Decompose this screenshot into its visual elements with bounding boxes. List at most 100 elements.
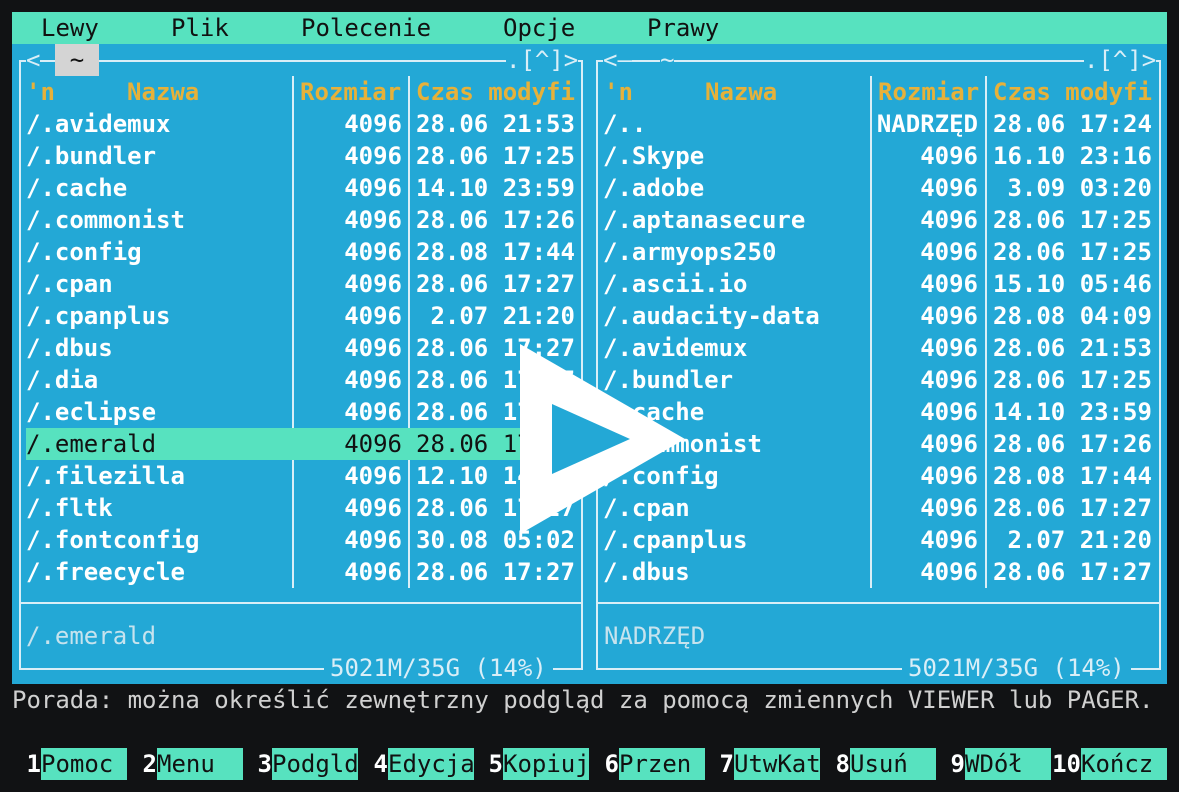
right-mini-separator <box>596 602 1161 604</box>
file-mtime: 28.06 17:27 <box>416 558 575 586</box>
file-row[interactable]: /.bundler 4096 28.06 17:25 <box>26 140 583 172</box>
left-mini-separator <box>19 602 583 604</box>
fkey-number: 2 <box>128 748 157 780</box>
file-mtime: 28.08 04:09 <box>993 302 1152 330</box>
right-header-time[interactable]: Czas modyfi <box>993 76 1152 108</box>
menu-prawy[interactable]: Prawy <box>647 12 719 44</box>
file-size: 4096 <box>344 462 402 490</box>
menu-plik[interactable]: Plik <box>171 12 229 44</box>
file-mtime: 28.06 17:24 <box>993 110 1152 138</box>
right-panel-corner-right[interactable]: .[^]> <box>1084 44 1157 76</box>
fkey-7[interactable]: 7UtwKat <box>705 748 821 780</box>
fkey-3[interactable]: 3Podgld <box>243 748 359 780</box>
menu-bar: Lewy Plik Polecenie Opcje Prawy <box>12 12 1167 44</box>
file-row[interactable]: /.emerald 4096 28.06 17:27 <box>26 428 583 460</box>
file-row[interactable]: /.dbus 4096 28.06 17:27 <box>26 332 583 364</box>
file-size: 4096 <box>344 302 402 330</box>
left-header-name[interactable]: Nazwa <box>127 76 199 108</box>
file-row[interactable]: /.commonist 4096 28.06 17:26 <box>26 204 583 236</box>
file-row[interactable]: /.filezilla 4096 12.10 14:39 <box>26 460 583 492</box>
fkey-label: Podgld <box>272 748 359 780</box>
function-key-bar: 1Pomoc 2Menu 3Podgld 4Edycja 5Kopiuj 6Przen 7U… <box>12 748 1172 780</box>
file-mtime: 2.07 21:20 <box>416 302 575 330</box>
fkey-label: Przen <box>619 748 705 780</box>
right-header-size[interactable]: Rozmiar <box>878 76 979 108</box>
fkey-1[interactable]: 1Pomoc <box>12 748 127 780</box>
right-mini-status: NADRZĘD <box>604 622 706 650</box>
file-mtime: 2.07 21:20 <box>993 526 1152 554</box>
left-header-time[interactable]: Czas modyfi <box>416 76 575 108</box>
fkey-6[interactable]: 6Przen <box>590 748 705 780</box>
file-row[interactable]: /.Skype 4096 16.10 23:16 <box>603 140 1160 172</box>
menu-polecenie[interactable]: Polecenie <box>301 12 431 44</box>
right-sort-indicator[interactable]: 'n <box>604 76 633 108</box>
file-row[interactable]: /.fontconfig 4096 30.08 05:02 <box>26 524 583 556</box>
file-mtime: 28.08 17:44 <box>993 462 1152 490</box>
file-row[interactable]: /.avidemux 4096 28.06 21:53 <box>26 108 583 140</box>
fkey-number: 5 <box>474 748 503 780</box>
file-size: 4096 <box>344 142 402 170</box>
file-row[interactable]: /.freecycle 4096 28.06 17:27 <box>26 556 583 588</box>
file-size: 4096 <box>344 206 402 234</box>
left-sort-indicator[interactable]: 'n <box>26 76 55 108</box>
file-mtime: 28.06 17:27 <box>993 494 1152 522</box>
menu-opcje[interactable]: Opcje <box>503 12 575 44</box>
file-mtime: 28.06 21:53 <box>416 110 575 138</box>
left-panel-corner-right[interactable]: .[^]> <box>506 44 579 76</box>
fkey-label: Edycja <box>388 748 475 780</box>
file-size: 4096 <box>344 398 402 426</box>
file-row[interactable]: /.fltk 4096 28.06 17:27 <box>26 492 583 524</box>
file-mtime: 28.06 21:53 <box>993 334 1152 362</box>
file-size: 4096 <box>344 430 402 458</box>
file-row[interactable]: /.. NADRZĘD 28.06 17:24 <box>603 108 1160 140</box>
right-panel-path[interactable]: ~ <box>660 44 675 76</box>
play-icon[interactable] <box>520 344 690 540</box>
file-size: 4096 <box>344 366 402 394</box>
file-size: 4096 <box>344 110 402 138</box>
file-row[interactable]: /.cpan 4096 28.06 17:27 <box>26 268 583 300</box>
file-row[interactable]: /.audacity-data 4096 28.08 04:09 <box>603 300 1160 332</box>
fkey-number: 10 <box>1052 748 1081 780</box>
fkey-4[interactable]: 4Edycja <box>359 748 475 780</box>
fkey-5[interactable]: 5Kopiuj <box>474 748 590 780</box>
fkey-9[interactable]: 9WDół <box>936 748 1051 780</box>
file-row[interactable]: /.cache 4096 14.10 23:59 <box>26 172 583 204</box>
file-size: 4096 <box>344 174 402 202</box>
menu-lewy[interactable]: Lewy <box>41 12 99 44</box>
file-size: 4096 <box>920 174 978 202</box>
file-row[interactable]: /.config 4096 28.08 17:44 <box>26 236 583 268</box>
file-size: 4096 <box>344 494 402 522</box>
file-mtime: 15.10 05:46 <box>993 270 1152 298</box>
fkey-label: Pomoc <box>41 748 127 780</box>
fkey-2[interactable]: 2Menu <box>128 748 243 780</box>
file-size: 4096 <box>344 270 402 298</box>
right-panel-corner-left[interactable]: <— <box>603 44 632 76</box>
left-panel-path-tab[interactable]: ~ <box>55 44 99 76</box>
file-size: 4096 <box>920 270 978 298</box>
file-size: 4096 <box>344 526 402 554</box>
fkey-8[interactable]: 8Usuń <box>821 748 936 780</box>
file-row[interactable]: /.aptanasecure 4096 28.06 17:25 <box>603 204 1160 236</box>
fkey-label: Kopiuj <box>503 748 590 780</box>
left-panel-corner-left[interactable]: < <box>26 44 41 76</box>
left-panel[interactable]: < ~ .[^]> 'n Nazwa Rozmiar Czas modyfi /… <box>12 44 590 684</box>
fkey-10[interactable]: 10Kończ <box>1052 748 1167 780</box>
right-header-name[interactable]: Nazwa <box>705 76 777 108</box>
left-disk-usage: 5021M/35G (14%) <box>324 652 553 684</box>
file-row[interactable]: /.eclipse 4096 28.06 17:27 <box>26 396 583 428</box>
left-header-size[interactable]: Rozmiar <box>300 76 401 108</box>
file-row[interactable]: /.ascii.io 4096 15.10 05:46 <box>603 268 1160 300</box>
fkey-number: 9 <box>936 748 965 780</box>
file-row[interactable]: /.dbus 4096 28.06 17:27 <box>603 556 1160 588</box>
file-row[interactable]: /.cpanplus 4096 2.07 21:20 <box>26 300 583 332</box>
file-row[interactable]: /.adobe 4096 3.09 03:20 <box>603 172 1160 204</box>
right-disk-usage: 5021M/35G (14%) <box>902 652 1131 684</box>
file-size: 4096 <box>920 206 978 234</box>
file-row[interactable]: /.dia 4096 28.06 17:27 <box>26 364 583 396</box>
fkey-label: UtwKat <box>734 748 821 780</box>
left-mini-status: /.emerald <box>26 622 157 650</box>
left-panel-path: ~ <box>69 46 85 74</box>
file-row[interactable]: /.armyops250 4096 28.06 17:25 <box>603 236 1160 268</box>
file-mtime: 28.06 17:26 <box>416 206 575 234</box>
file-mtime: 3.09 03:20 <box>993 174 1152 202</box>
